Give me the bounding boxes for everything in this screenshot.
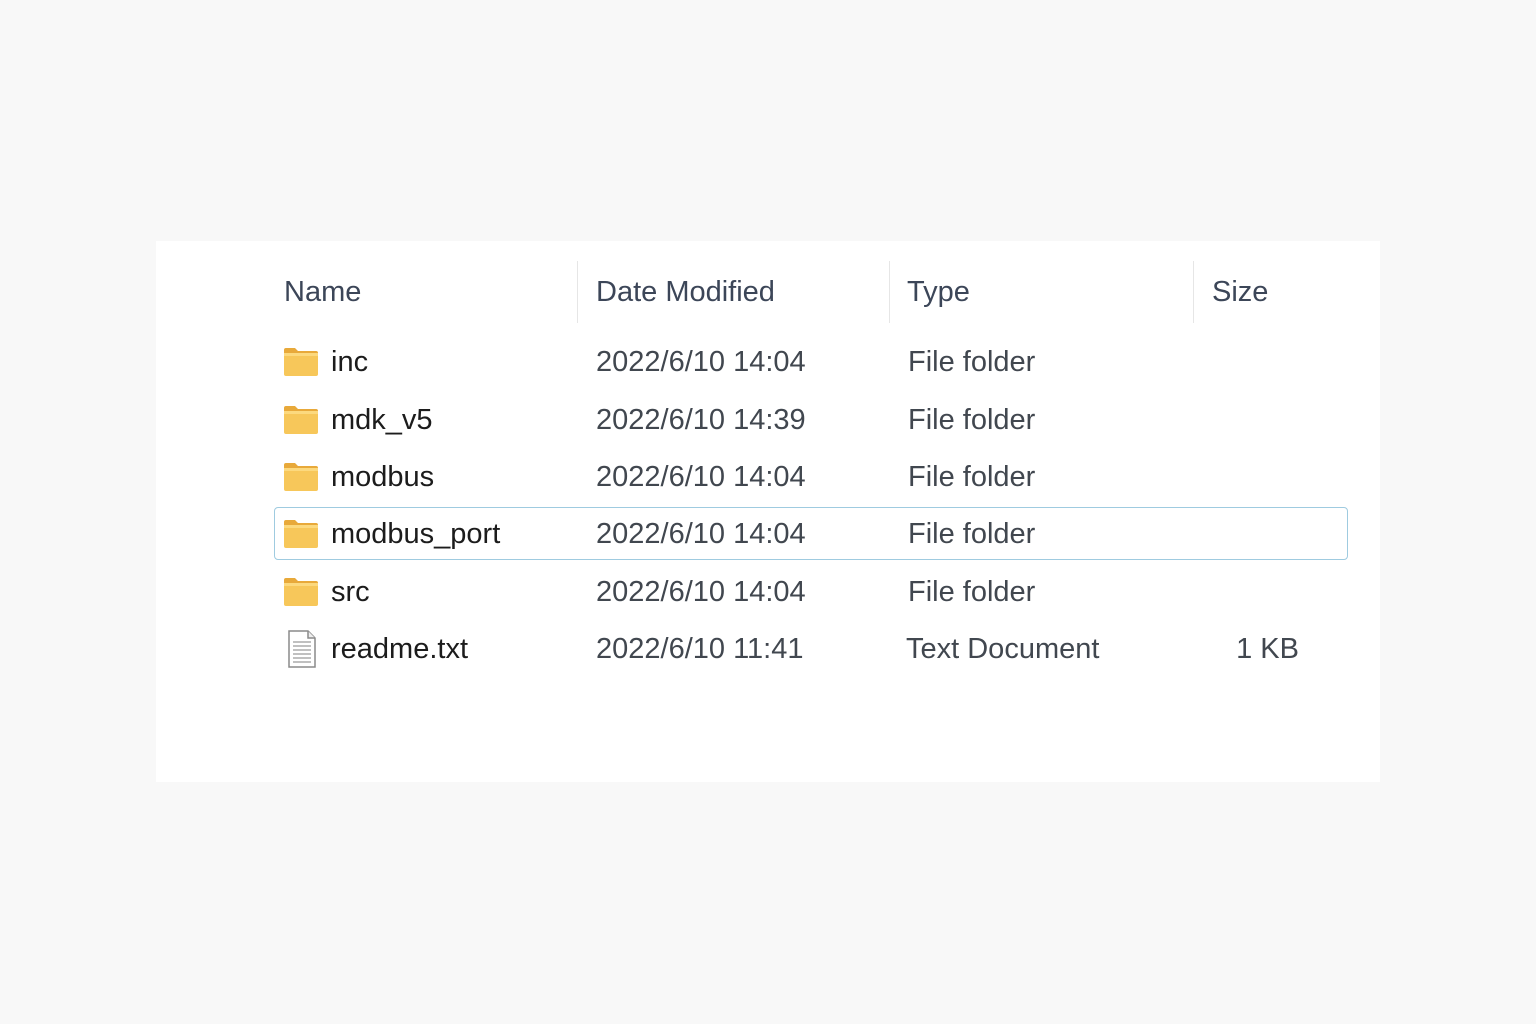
file-date-modified: 2022/6/10 11:41 [596, 633, 804, 665]
column-header-name[interactable]: Name [284, 261, 361, 323]
column-divider[interactable] [577, 261, 578, 323]
file-type: File folder [908, 576, 1036, 608]
file-type: Text Document [906, 633, 1100, 665]
file-list-panel: Name Date Modified Type Size inc 2022/6/… [156, 241, 1380, 782]
file-type: File folder [908, 461, 1036, 493]
column-header-date-modified[interactable]: Date Modified [596, 261, 775, 323]
file-date-modified: 2022/6/10 14:04 [596, 518, 806, 550]
file-type: File folder [908, 346, 1036, 378]
file-name: inc [331, 346, 369, 378]
column-header-bar: Name Date Modified Type Size [156, 241, 1380, 325]
folder-icon [284, 578, 318, 606]
folder-icon [284, 348, 318, 376]
file-type: File folder [908, 404, 1036, 436]
file-row-readme-txt[interactable]: readme.txt 2022/6/10 11:41 Text Document… [274, 622, 1348, 675]
column-divider[interactable] [1193, 261, 1194, 323]
file-row-inc[interactable]: inc 2022/6/10 14:04 File folder [274, 335, 1348, 388]
file-date-modified: 2022/6/10 14:04 [596, 461, 806, 493]
file-date-modified: 2022/6/10 14:04 [596, 576, 806, 608]
file-row-modbus[interactable]: modbus 2022/6/10 14:04 File folder [274, 450, 1348, 503]
file-name: readme.txt [331, 633, 468, 665]
column-header-type[interactable]: Type [907, 261, 970, 323]
file-size: 1 KB [1236, 633, 1299, 665]
file-name: src [331, 576, 370, 608]
folder-icon [284, 463, 318, 491]
file-row-modbus-port[interactable]: modbus_port 2022/6/10 14:04 File folder [274, 507, 1348, 560]
text-document-icon [288, 630, 316, 668]
file-name: modbus [331, 461, 435, 493]
folder-icon [284, 406, 318, 434]
file-date-modified: 2022/6/10 14:39 [596, 404, 806, 436]
file-date-modified: 2022/6/10 14:04 [596, 346, 806, 378]
file-row-mdk-v5[interactable]: mdk_v5 2022/6/10 14:39 File folder [274, 393, 1348, 446]
folder-icon [284, 520, 318, 548]
column-header-size[interactable]: Size [1212, 261, 1268, 323]
file-row-src[interactable]: src 2022/6/10 14:04 File folder [274, 565, 1348, 618]
file-type: File folder [908, 518, 1036, 550]
file-name: mdk_v5 [331, 404, 433, 436]
column-divider[interactable] [889, 261, 890, 323]
file-name: modbus_port [331, 518, 501, 550]
